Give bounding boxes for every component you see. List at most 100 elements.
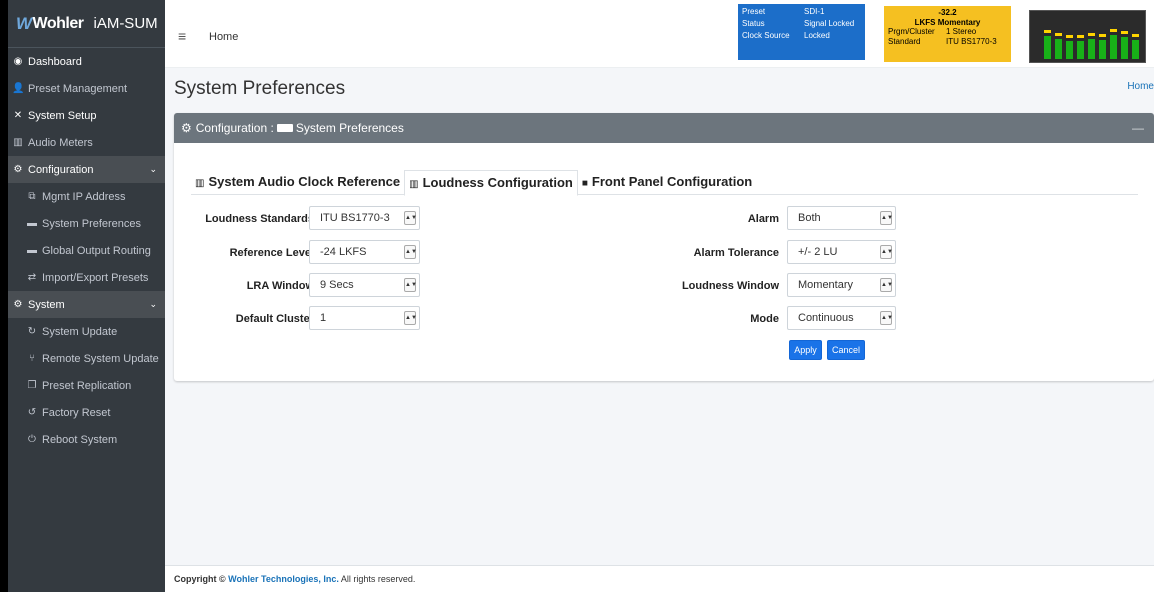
meter-peak — [1055, 33, 1062, 36]
footer: Copyright © Wohler Technologies, Inc. Al… — [165, 565, 1154, 592]
meter-peak — [1132, 34, 1139, 37]
meter-bar — [1066, 41, 1073, 59]
reference-level-select[interactable]: -24 LKFS ▲▼ — [309, 240, 420, 264]
wohler-logo: W Wohler — [16, 13, 84, 33]
brand[interactable]: W Wohler iAM-SUM — [8, 0, 165, 48]
sidebar-item-system-preferences[interactable]: ▬ System Preferences — [8, 210, 165, 237]
field-label: Reference Level — [229, 247, 314, 259]
sidebar-item-remote-system-update[interactable]: ⑂ Remote System Update — [8, 345, 165, 372]
field-label: Loudness Window — [681, 280, 779, 292]
alarm-tolerance-select[interactable]: +/- 2 LU ▲▼ — [787, 240, 896, 264]
lkfs-value: -32.2 — [938, 8, 957, 17]
exchange-icon: ⇄ — [27, 272, 37, 283]
field-label: Alarm Tolerance — [693, 247, 779, 259]
config-card: ⚙ Configuration : System Preferences — ▥… — [174, 113, 1154, 381]
alarm-select[interactable]: Both ▲▼ — [787, 206, 896, 230]
field-label: LRA Window — [246, 280, 314, 292]
audio-meter-thumbnail[interactable] — [1029, 10, 1146, 63]
meter-bar — [1132, 40, 1139, 59]
sidebar-item-audio-meters[interactable]: ▥ Audio Meters — [8, 129, 165, 156]
company-link[interactable]: Wohler Technologies, Inc. — [228, 574, 339, 584]
window-edge — [0, 0, 8, 592]
sidebar-item-system[interactable]: ⚙ System ⌄ — [8, 291, 165, 318]
tab-bar: ▥ System Audio Clock Reference ▥ Loudness … — [191, 170, 1138, 196]
meter-bar — [1121, 37, 1128, 59]
loudness-window-select[interactable]: Momentary ▲▼ — [787, 273, 896, 297]
remote-icon: ⑂ — [29, 353, 35, 364]
main-content: System Preferences Home ⚙ Configuration … — [165, 68, 1154, 565]
mode-select[interactable]: Continuous ▲▼ — [787, 306, 896, 330]
tab-loudness-configuration[interactable]: ▥ Loudness Configuration — [404, 170, 578, 196]
gear-icon: ⚙ — [181, 121, 192, 135]
copy-icon: ❐ — [27, 380, 37, 391]
sidebar-item-system-setup[interactable]: ✕ System Setup — [8, 102, 165, 129]
top-header: ≡ Home Preset SDI-1 Status Signal Locked C… — [165, 0, 1154, 68]
sidebar-item-preset-management[interactable]: 👤 Preset Management — [8, 75, 165, 102]
meter-peak — [1121, 31, 1128, 34]
page-title: System Preferences — [174, 78, 346, 99]
bar-chart-icon: ▥ — [409, 179, 419, 190]
mode-row: Mode — [644, 307, 779, 331]
collapse-button[interactable]: — — [1132, 121, 1144, 135]
cancel-button[interactable]: Cancel — [827, 340, 865, 360]
sidebar-item-system-update[interactable]: ↻ System Update — [8, 318, 165, 345]
meter-bar — [1110, 35, 1117, 59]
chart-icon: ▥ — [195, 178, 205, 189]
alarm-row: Alarm — [644, 207, 779, 231]
meter-peak — [1066, 35, 1073, 38]
power-icon: ⏻ — [28, 434, 36, 445]
alarm-tolerance-row: Alarm Tolerance — [644, 241, 779, 265]
menu-toggle-icon[interactable]: ≡ — [178, 28, 186, 44]
undo-icon: ↺ — [27, 407, 37, 418]
meter-peak — [1088, 33, 1095, 36]
field-label: Alarm — [747, 213, 779, 225]
sidebar-nav: ◉ Dashboard 👤 Preset Management ✕ System… — [8, 48, 165, 453]
app-name: iAM-SUM — [93, 15, 158, 32]
tools-icon: ✕ — [13, 110, 23, 121]
top-home-link[interactable]: Home — [209, 31, 238, 43]
breadcrumb-home[interactable]: Home — [1127, 81, 1154, 92]
card-header: ⚙ Configuration : System Preferences — — [174, 113, 1154, 143]
sidebar-item-mgmt-ip[interactable]: ⧉ Mgmt IP Address — [8, 183, 165, 210]
dropdown-arrow-icon: ▲▼ — [880, 278, 893, 292]
field-label: Default Cluster — [235, 313, 314, 325]
sidebar-item-reboot-system[interactable]: ⏻ Reboot System — [8, 426, 165, 453]
loudness-standards-select[interactable]: ITU BS1770-3 ▲▼ — [309, 206, 420, 230]
lkfs-mode: LKFS Momentary — [914, 17, 981, 27]
dropdown-arrow-icon: ▲▼ — [404, 311, 417, 325]
sidebar-item-dashboard[interactable]: ◉ Dashboard — [8, 48, 165, 75]
reference-level-row: Reference Level — [186, 241, 314, 265]
sidebar: W Wohler iAM-SUM ◉ Dashboard 👤 Preset Man… — [8, 0, 165, 592]
sidebar-item-import-export[interactable]: ⇄ Import/Export Presets — [8, 264, 165, 291]
sidebar-item-factory-reset[interactable]: ↺ Factory Reset — [8, 399, 165, 426]
chevron-down-icon: ⌄ — [149, 164, 157, 174]
meter-peak — [1044, 30, 1051, 33]
cogs-icon: ⚙ — [13, 299, 23, 310]
meter-bar — [1077, 41, 1084, 59]
tab-system-audio-clock-reference[interactable]: ▥ System Audio Clock Reference — [191, 170, 404, 195]
dropdown-arrow-icon: ▲▼ — [404, 211, 417, 225]
lra-window-select[interactable]: 9 Secs ▲▼ — [309, 273, 420, 297]
meter-bar — [1055, 39, 1062, 59]
chart-icon: ▥ — [13, 137, 23, 148]
default-cluster-row: Default Cluster — [186, 307, 314, 331]
sidebar-item-preset-replication[interactable]: ❐ Preset Replication — [8, 372, 165, 399]
meter-bar — [1088, 39, 1095, 59]
field-label: Mode — [750, 313, 779, 325]
chevron-down-icon: ⌄ — [149, 299, 157, 309]
sidebar-item-global-output-routing[interactable]: ▬ Global Output Routing — [8, 237, 165, 264]
sidebar-item-configuration[interactable]: ⚙ Configuration ⌄ — [8, 156, 165, 183]
default-cluster-select[interactable]: 1 ▲▼ — [309, 306, 420, 330]
apply-button[interactable]: Apply — [789, 340, 822, 360]
dropdown-arrow-icon: ▲▼ — [880, 311, 893, 325]
gear-icon: ⚙ — [13, 164, 23, 175]
sync-icon: ↻ — [27, 326, 37, 337]
dropdown-arrow-icon: ▲▼ — [404, 278, 417, 292]
meter-bar — [1044, 36, 1051, 59]
dropdown-arrow-icon: ▲▼ — [880, 245, 893, 259]
keyboard-icon: ▬ — [27, 218, 37, 229]
lra-window-row: LRA Window — [186, 274, 314, 298]
meter-peak — [1099, 34, 1106, 37]
loudness-standards-row: Loudness Standards — [186, 207, 314, 231]
tab-front-panel-configuration[interactable]: ■ Front Panel Configuration — [578, 170, 756, 195]
